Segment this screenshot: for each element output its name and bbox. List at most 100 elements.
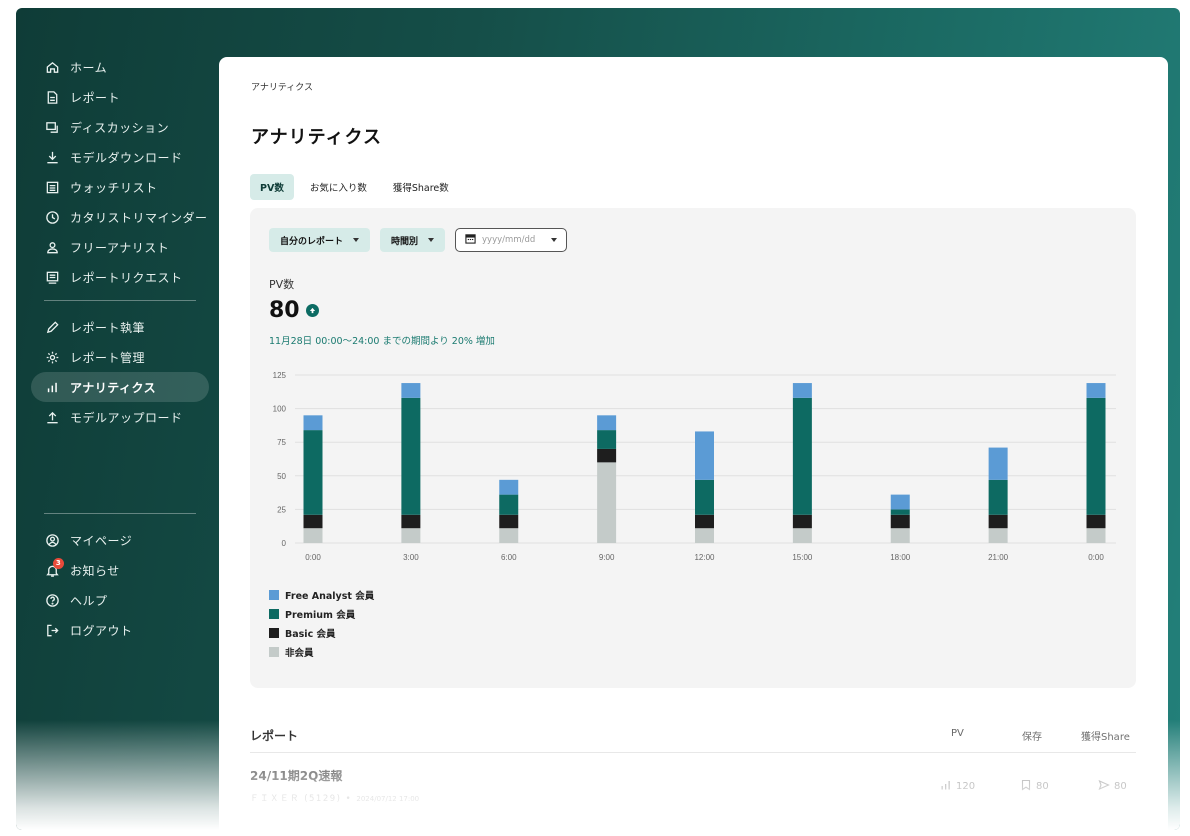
bar-segment: [499, 494, 519, 515]
sidebar-item-label: ヘルプ: [70, 593, 108, 608]
bar-segment: [890, 528, 910, 543]
legend-item: 非会員: [269, 642, 374, 661]
sidebar-item-help[interactable]: ヘルプ: [31, 585, 209, 615]
period-select-label: 時間別: [391, 236, 419, 247]
y-tick-label: 75: [277, 438, 286, 447]
sidebar-item-label: モデルアップロード: [70, 410, 183, 425]
breadcrumb[interactable]: アナリティクス: [251, 80, 313, 93]
pen-icon: [44, 319, 60, 335]
calendar-icon: [465, 233, 476, 247]
column-header-shares: 獲得Share: [1081, 732, 1130, 743]
column-header-saves: 保存: [1022, 732, 1042, 743]
send-icon: [1098, 779, 1110, 794]
meta-separator: •: [345, 794, 353, 804]
user-circle-icon: [44, 532, 60, 548]
sidebar-item-model-download[interactable]: モデルダウンロード: [31, 142, 209, 172]
sidebar-item-report-request[interactable]: レポートリクエスト: [31, 262, 209, 292]
report-table-header: レポート PV 保存 獲得Share: [250, 725, 1136, 753]
sidebar-item-logout[interactable]: ログアウト: [31, 615, 209, 645]
bar-segment: [988, 528, 1008, 543]
bar-segment: [499, 514, 519, 529]
bar-segment: [401, 514, 421, 529]
legend-swatch: [269, 646, 279, 657]
y-tick-label: 125: [273, 371, 287, 380]
sidebar-item-home[interactable]: ホーム: [31, 52, 209, 82]
report-select[interactable]: 自分のレポート: [269, 228, 371, 252]
clock-icon: [44, 209, 60, 225]
sidebar-item-write-report[interactable]: レポート執筆: [31, 312, 209, 342]
x-tick-label: 3:00: [403, 553, 419, 562]
bar-segment: [792, 528, 812, 543]
y-tick-label: 100: [273, 405, 287, 414]
sidebar-item-label: レポートリクエスト: [70, 270, 183, 285]
bar-segment: [792, 514, 812, 529]
analytics-icon: [44, 379, 60, 395]
gear-icon: [44, 349, 60, 365]
sidebar-divider: [44, 300, 196, 301]
sidebar-item-label: カタリストリマインダー: [70, 210, 208, 225]
period-select[interactable]: 時間別: [380, 228, 446, 252]
tab-favorites[interactable]: お気に入り数: [300, 174, 377, 200]
chat-icon: [44, 119, 60, 135]
x-tick-label: 6:00: [501, 553, 517, 562]
bar-segment: [401, 397, 421, 515]
sidebar-item-label: お知らせ: [70, 563, 120, 578]
y-tick-label: 50: [277, 472, 286, 481]
x-tick-label: 15:00: [792, 553, 813, 562]
sidebar-item-reports[interactable]: レポート: [31, 82, 209, 112]
sidebar-item-watchlist[interactable]: ウォッチリスト: [31, 172, 209, 202]
sidebar-item-report-management[interactable]: レポート管理: [31, 342, 209, 372]
sidebar-item-label: ホーム: [70, 60, 108, 75]
pv-stat: 120: [940, 779, 975, 794]
logout-icon: [44, 622, 60, 638]
pv-count: 120: [956, 781, 976, 792]
report-date: 2024/07/12 17:00: [356, 795, 420, 803]
column-header-pv: PV: [951, 728, 964, 739]
metric-label: PV数: [269, 278, 295, 291]
sidebar-item-label: アナリティクス: [70, 380, 157, 395]
request-icon: [44, 269, 60, 285]
sidebar-item-model-upload[interactable]: モデルアップロード: [31, 402, 209, 432]
x-tick-label: 9:00: [599, 553, 615, 562]
sidebar-item-catalyst-reminder[interactable]: カタリストリマインダー: [31, 202, 209, 232]
main-panel: アナリティクス アナリティクス PV数 お気に入り数 獲得Share数 自分のレ…: [219, 57, 1168, 830]
sidebar-item-label: フリーアナリスト: [70, 240, 170, 255]
metric-value: 80: [269, 298, 300, 323]
legend-label: Free Analyst 会員: [285, 590, 375, 602]
arrow-up-icon: [305, 304, 319, 317]
bar-segment: [303, 514, 323, 529]
sidebar-item-label: ディスカッション: [70, 120, 170, 135]
metric-value-row: 80: [269, 298, 319, 323]
legend-label: Basic 会員: [285, 628, 336, 640]
x-tick-label: 18:00: [890, 553, 911, 562]
share-stat[interactable]: 80: [1098, 779, 1127, 794]
report-title[interactable]: 24/11期2Q速報: [250, 767, 342, 784]
bookmark-icon: [1020, 779, 1032, 794]
sidebar-item-free-analyst[interactable]: フリーアナリスト: [31, 232, 209, 262]
legend-label: Premium 会員: [285, 609, 356, 621]
upload-icon: [44, 409, 60, 425]
tab-shares[interactable]: 獲得Share数: [383, 174, 459, 200]
sidebar-item-discussion[interactable]: ディスカッション: [31, 112, 209, 142]
legend-item: Premium 会員: [269, 604, 374, 623]
sidebar-item-notifications[interactable]: 3 お知らせ: [31, 555, 209, 585]
legend-item: Free Analyst 会員: [269, 585, 374, 604]
table-row[interactable]: 24/11期2Q速報 ＦＩＸＥＲ (5129) • 2024/07/12 17:…: [250, 765, 1136, 815]
sidebar: ホーム レポート ディスカッション モデルダウンロード ウォッチリスト カタリス…: [16, 8, 216, 830]
tab-bar: PV数 お気に入り数 獲得Share数: [250, 174, 459, 200]
bar-segment: [597, 415, 617, 431]
filter-bar: 自分のレポート 時間別 yyyy/mm/dd: [269, 228, 568, 252]
bar-segment: [695, 479, 714, 515]
date-input[interactable]: yyyy/mm/dd: [455, 228, 568, 252]
tab-pv[interactable]: PV数: [250, 174, 294, 200]
bar-segment: [499, 479, 519, 495]
person-icon: [44, 239, 60, 255]
save-stat[interactable]: 80: [1020, 779, 1049, 794]
save-count: 80: [1036, 781, 1049, 792]
sidebar-item-analytics[interactable]: アナリティクス: [31, 372, 209, 402]
metric-change-note: 11月28日 00:00〜24:00 までの期間より 20% 増加: [269, 336, 495, 347]
bar-segment: [988, 447, 1008, 480]
bar-segment: [303, 528, 323, 543]
bar-segment: [597, 448, 617, 463]
sidebar-item-my-page[interactable]: マイページ: [31, 525, 209, 555]
